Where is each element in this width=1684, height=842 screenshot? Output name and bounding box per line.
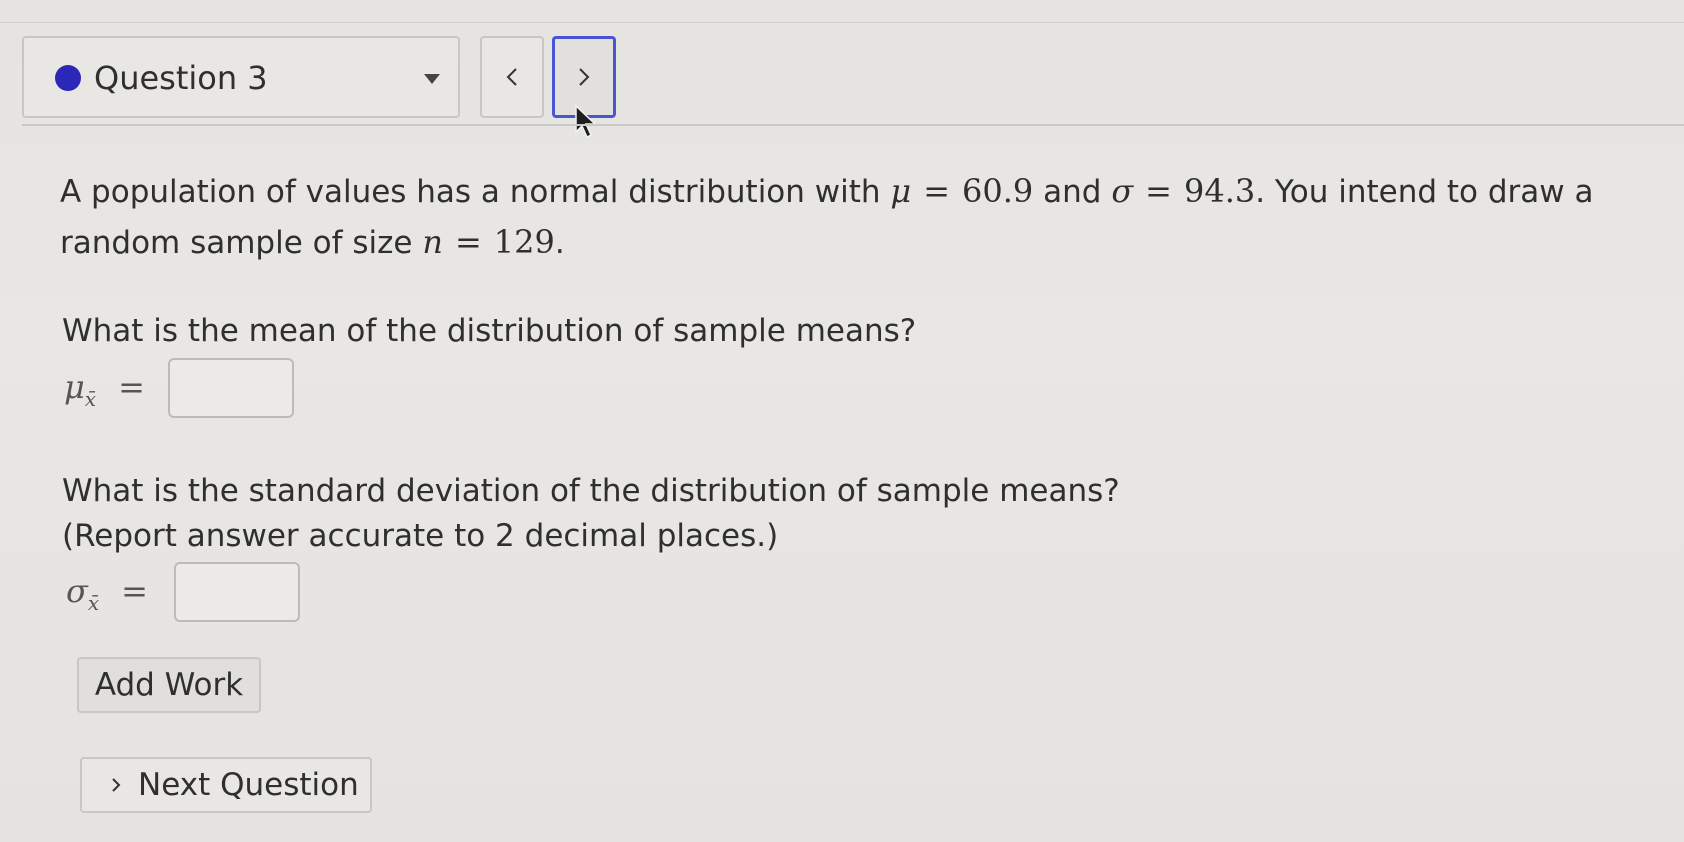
mu-xbar-subscript: x̄ bbox=[84, 387, 97, 411]
top-border bbox=[0, 22, 1684, 23]
chevron-right-icon bbox=[579, 68, 590, 86]
and-text: and bbox=[1043, 174, 1102, 210]
question-selector[interactable]: Question 3 bbox=[22, 36, 460, 118]
question-selector-label: Question 3 bbox=[94, 59, 268, 97]
chevron-left-icon bbox=[506, 68, 517, 86]
mu-xbar-symbol: μ bbox=[64, 368, 85, 406]
problem-statement: A population of values has a normal dist… bbox=[60, 166, 1640, 268]
add-work-button[interactable]: Add Work bbox=[77, 657, 261, 713]
part2-question-line1: What is the standard deviation of the di… bbox=[62, 473, 1120, 509]
sd-answer-input[interactable] bbox=[174, 562, 300, 622]
part1-question: What is the mean of the distribution of … bbox=[62, 313, 917, 349]
sigma-xbar-symbol: σ bbox=[66, 572, 88, 610]
chevron-right-icon bbox=[110, 775, 122, 795]
n-symbol: n bbox=[422, 223, 443, 261]
dropdown-caret-icon bbox=[424, 74, 440, 84]
question-status-dot bbox=[55, 65, 81, 91]
next-question-button[interactable]: Next Question bbox=[80, 757, 372, 813]
sigma-xbar-subscript: x̄ bbox=[87, 591, 100, 615]
equals-sign: = bbox=[454, 223, 482, 261]
mu-symbol: μ bbox=[890, 172, 912, 210]
mean-answer-input[interactable] bbox=[168, 358, 294, 418]
next-question-label: Next Question bbox=[138, 767, 359, 803]
sigma-xbar-label: σx̄ = bbox=[66, 572, 148, 615]
mouse-cursor-icon bbox=[575, 104, 597, 139]
mu-xbar-label: μx̄ = bbox=[64, 368, 145, 411]
header-divider bbox=[22, 124, 1684, 126]
equals-sign: = bbox=[1145, 172, 1172, 210]
sigma-symbol: σ bbox=[1111, 172, 1134, 210]
problem-intro-text: A population of values has a normal dist… bbox=[60, 174, 881, 210]
mu-value: 60.9 bbox=[962, 172, 1034, 210]
equals-sign: = bbox=[923, 172, 951, 210]
period: . bbox=[554, 225, 565, 261]
sigma-value: 94.3 bbox=[1183, 172, 1256, 210]
previous-question-button[interactable] bbox=[480, 36, 544, 118]
part2-question-line2: (Report answer accurate to 2 decimal pla… bbox=[62, 518, 779, 554]
mu-xbar-equals: = bbox=[118, 368, 145, 406]
n-value: 129 bbox=[493, 223, 555, 261]
sigma-xbar-equals: = bbox=[121, 572, 148, 610]
